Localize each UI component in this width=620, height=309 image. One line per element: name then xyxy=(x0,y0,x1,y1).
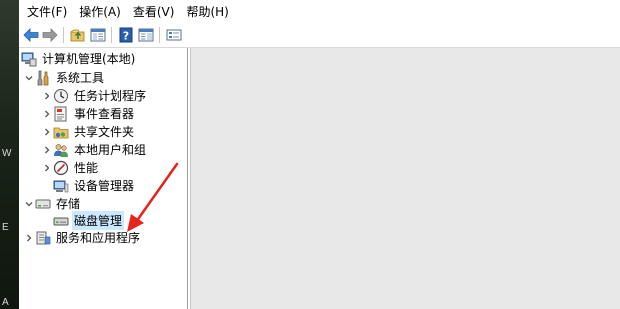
back-arrow-icon xyxy=(23,28,39,42)
expand-chevron-icon[interactable] xyxy=(41,123,53,140)
collapse-chevron-icon[interactable] xyxy=(23,195,35,212)
toolbar-separator xyxy=(111,27,112,43)
menu-help[interactable]: 帮助(H) xyxy=(178,3,228,20)
desktop-glyph: A xyxy=(2,297,9,308)
computer-management-window: 文件(F) 操作(A) 查看(V) 帮助(H) ? 计算机管理(本地) 系统工具… xyxy=(19,0,620,309)
clock-icon xyxy=(54,88,68,103)
device-manager-icon xyxy=(53,180,69,192)
expand-chevron-icon[interactable] xyxy=(41,105,53,122)
tree-node-services-applications[interactable]: 服务和应用程序 xyxy=(23,229,142,246)
tree-node-local-users-groups[interactable]: 本地用户和组 xyxy=(41,141,148,158)
up-folder-icon xyxy=(70,29,85,42)
show-action-pane-icon xyxy=(138,28,154,42)
forward-arrow-icon xyxy=(42,28,58,42)
show-hide-action-pane-button[interactable] xyxy=(137,26,155,44)
toolbar: ? xyxy=(19,23,620,48)
shared-folder-icon xyxy=(53,127,69,138)
tree-node-label: 共享文件夹 xyxy=(74,125,135,139)
expand-chevron-icon[interactable] xyxy=(41,159,53,176)
details-pane xyxy=(190,48,620,309)
tree-node-event-viewer[interactable]: 事件查看器 xyxy=(41,105,136,122)
tools-icon xyxy=(37,70,49,85)
tree-node-computer-management[interactable]: 计算机管理(本地) xyxy=(21,50,137,67)
tree-node-shared-folders[interactable]: 共享文件夹 xyxy=(41,123,136,140)
users-icon xyxy=(54,143,68,157)
tree-node-label: 设备管理器 xyxy=(74,179,135,193)
up-one-level-button[interactable] xyxy=(69,26,87,44)
event-viewer-icon xyxy=(54,106,67,121)
help-button[interactable]: ? xyxy=(117,26,135,44)
back-button[interactable] xyxy=(22,26,40,44)
tree-node-device-manager[interactable]: 设备管理器 xyxy=(53,177,136,194)
menu-view[interactable]: 查看(V) xyxy=(125,3,175,20)
tree-node-system-tools[interactable]: 系统工具 xyxy=(23,69,106,86)
tree-node-task-scheduler[interactable]: 任务计划程序 xyxy=(41,87,148,104)
desktop-glyph: E xyxy=(2,222,9,233)
tree-node-label: 系统工具 xyxy=(56,71,105,85)
menu-bar: 文件(F) 操作(A) 查看(V) 帮助(H) xyxy=(19,0,620,23)
disk-icon xyxy=(53,217,69,225)
expand-chevron-icon[interactable] xyxy=(41,87,53,104)
tree-node-disk-management[interactable]: 磁盘管理 xyxy=(53,211,125,230)
tree-node-performance[interactable]: 性能 xyxy=(41,159,100,176)
computer-management-icon xyxy=(21,52,37,66)
show-hide-tree-icon xyxy=(90,28,106,42)
tree-node-label: 任务计划程序 xyxy=(74,89,147,103)
tree-node-label: 本地用户和组 xyxy=(74,143,147,157)
desktop-glyph: W xyxy=(2,148,12,159)
tree-node-label: 计算机管理(本地) xyxy=(42,52,136,66)
tree-node-storage[interactable]: 存储 xyxy=(23,195,82,212)
services-icon xyxy=(36,231,51,244)
performance-icon xyxy=(53,160,69,175)
console-tree: 计算机管理(本地) 系统工具 任务计划程序 事件查看器 共享文件夹 本地用户和组… xyxy=(19,48,188,309)
help-icon: ? xyxy=(119,27,133,43)
menu-action[interactable]: 操作(A) xyxy=(71,3,121,20)
desktop-background-strip: W E A xyxy=(0,0,19,309)
tree-node-label: 服务和应用程序 xyxy=(56,231,141,245)
storage-icon xyxy=(35,199,51,208)
toolbar-separator xyxy=(63,27,64,43)
forward-button[interactable] xyxy=(41,26,59,44)
toolbar-separator xyxy=(159,27,160,43)
properties-button[interactable] xyxy=(165,26,183,44)
show-hide-console-tree-button[interactable] xyxy=(89,26,107,44)
svg-text:?: ? xyxy=(123,30,129,43)
collapse-chevron-icon[interactable] xyxy=(23,69,35,86)
properties-icon xyxy=(166,29,182,41)
tree-node-label: 性能 xyxy=(74,161,99,175)
expand-chevron-icon[interactable] xyxy=(23,229,35,246)
expand-chevron-icon[interactable] xyxy=(41,141,53,158)
menu-file[interactable]: 文件(F) xyxy=(19,3,67,20)
tree-node-label: 事件查看器 xyxy=(74,107,135,121)
